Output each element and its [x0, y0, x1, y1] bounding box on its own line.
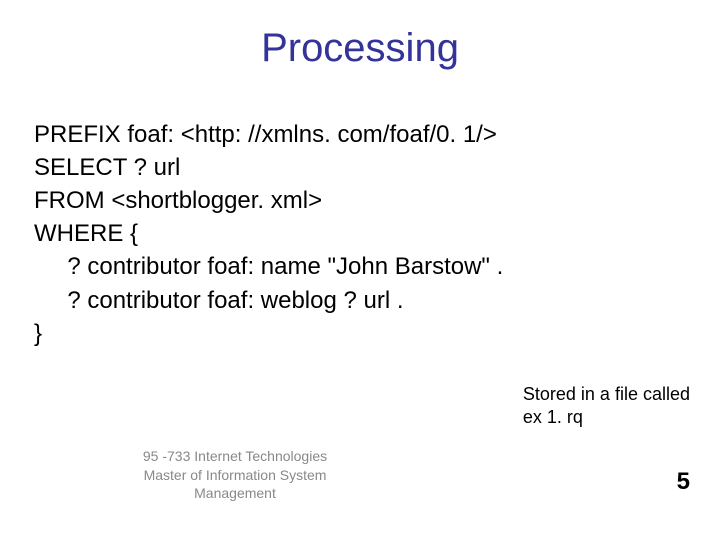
note-line: ex 1. rq — [523, 406, 690, 429]
code-line: } — [34, 320, 42, 347]
slide-title: Processing — [0, 26, 720, 71]
footer-line: Master of Information System — [105, 466, 365, 484]
page-number: 5 — [677, 468, 690, 496]
footer-line: 95 -733 Internet Technologies — [105, 447, 365, 465]
file-note: Stored in a file called ex 1. rq — [523, 383, 690, 430]
code-line: FROM <shortblogger. xml> — [34, 187, 322, 214]
sparql-code-block: PREFIX foaf: <http: //xmlns. com/foaf/0.… — [34, 118, 503, 350]
code-line: WHERE { — [34, 220, 138, 247]
slide: Processing PREFIX foaf: <http: //xmlns. … — [0, 0, 720, 540]
note-line: Stored in a file called — [523, 383, 690, 406]
footer-course-info: 95 -733 Internet Technologies Master of … — [105, 447, 365, 502]
code-line: SELECT ? url — [34, 154, 180, 181]
code-line: ? contributor foaf: name "John Barstow" … — [34, 253, 503, 280]
footer-line: Management — [105, 484, 365, 502]
code-line: ? contributor foaf: weblog ? url . — [34, 287, 404, 314]
code-line: PREFIX foaf: <http: //xmlns. com/foaf/0.… — [34, 121, 497, 148]
